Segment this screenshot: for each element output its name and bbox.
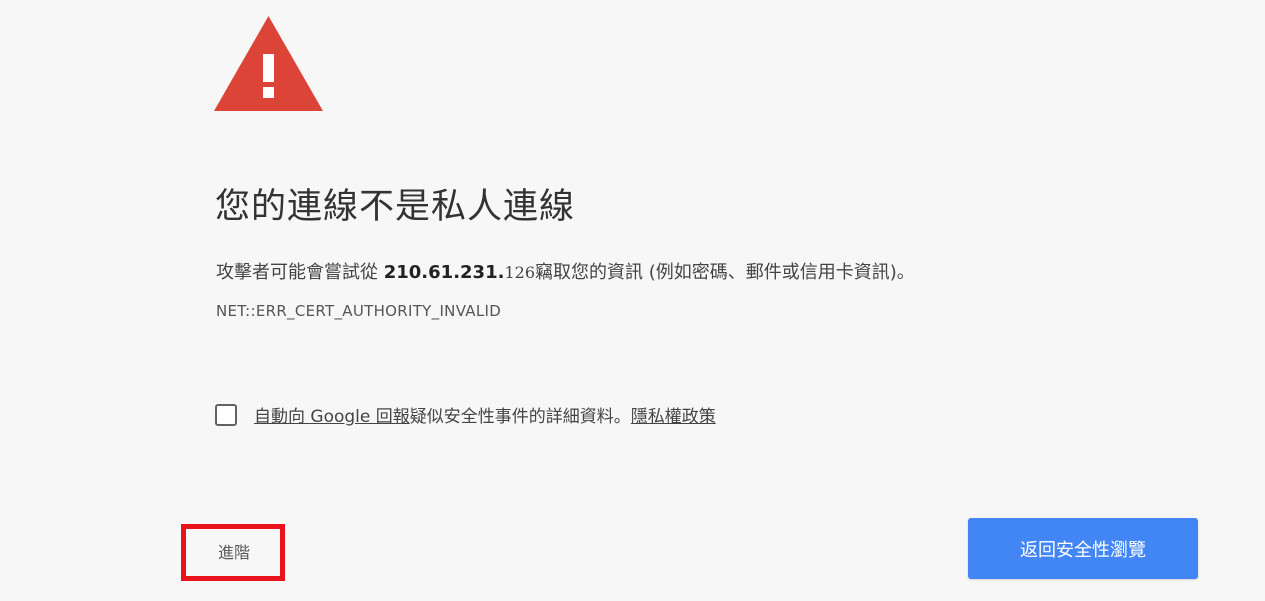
- error-code: NET::ERR_CERT_AUTHORITY_INVALID: [216, 302, 502, 320]
- host-address-bold: 210.61.231.: [383, 262, 505, 283]
- host-address-light: 126: [504, 263, 535, 282]
- back-to-safety-button[interactable]: 返回安全性瀏覽: [968, 518, 1198, 579]
- warning-triangle-icon: [214, 16, 323, 111]
- report-checkbox[interactable]: [215, 403, 237, 426]
- error-description: 攻擊者可能會嘗試從 210.61.231.126竊取您的資訊 (例如密碼、郵件或…: [216, 258, 915, 284]
- report-middle-text: 疑似安全性事件的詳細資料。: [409, 407, 631, 427]
- privacy-policy-link[interactable]: 隱私權政策: [631, 407, 716, 427]
- description-suffix: 竊取您的資訊 (例如密碼、郵件或信用卡資訊)。: [535, 262, 915, 283]
- advanced-button[interactable]: 進階: [199, 533, 269, 569]
- page-title: 您的連線不是私人連線: [215, 187, 576, 227]
- report-to-google-link[interactable]: 自動向 Google 回報: [254, 407, 410, 427]
- description-prefix: 攻擊者可能會嘗試從: [216, 262, 384, 283]
- report-row: 自動向 Google 回報疑似安全性事件的詳細資料。隱私權政策: [215, 402, 716, 427]
- report-text: 自動向 Google 回報疑似安全性事件的詳細資料。隱私權政策: [254, 402, 716, 427]
